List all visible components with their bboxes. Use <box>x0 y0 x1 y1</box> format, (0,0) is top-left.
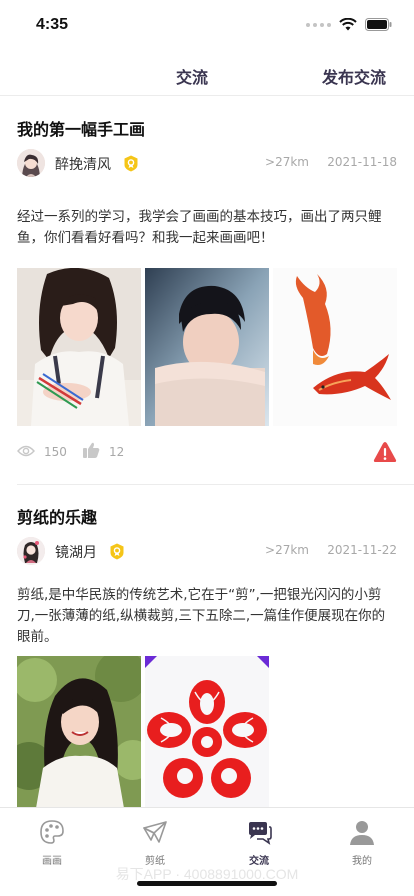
view-count: 150 <box>44 445 67 459</box>
verified-badge-icon <box>124 155 138 172</box>
post-body: 经过一系列的学习，我学会了画画的基本技巧，画出了两只鲤鱼，你们看看好看吗？和我一… <box>17 209 382 246</box>
post-feed[interactable]: 我的第一幅手工画 醉挽清风 >27km 2021-11-18 经过一系列的学习， <box>0 97 414 807</box>
distance-text: >27km <box>265 155 309 169</box>
report-warning-icon[interactable] <box>373 441 397 463</box>
home-indicator[interactable] <box>137 881 277 886</box>
status-time: 4:35 <box>36 16 69 33</box>
post-card[interactable]: 我的第一幅手工画 醉挽清风 >27km 2021-11-18 经过一系列的学习， <box>0 97 414 485</box>
post-image-paper-cut-flower[interactable] <box>145 656 269 807</box>
tab-painting[interactable]: 画画 <box>0 814 104 870</box>
battery-icon <box>365 18 392 31</box>
page-title: 交流 <box>176 68 209 87</box>
author-name[interactable]: 镜湖月 <box>55 542 97 562</box>
status-icons <box>306 18 392 31</box>
post-image-smiling-girl[interactable] <box>17 656 141 807</box>
avatar[interactable] <box>17 537 45 565</box>
status-bar: 4:35 <box>0 0 414 48</box>
post-image-boy[interactable] <box>145 268 269 426</box>
post-date: 2021-11-18 <box>327 155 397 169</box>
post-body: 剪纸,是中华民族的传统艺术,它在于“剪”,一把银光闪闪的小剪刀,一张薄薄的纸,纵… <box>17 587 386 645</box>
like-icon[interactable] <box>83 442 100 458</box>
author-name[interactable]: 醉挽清风 <box>55 154 111 174</box>
post-date: 2021-11-22 <box>327 543 397 557</box>
user-icon <box>350 821 374 845</box>
paper-plane-icon <box>143 821 167 843</box>
author-row: 醉挽清风 >27km 2021-11-18 <box>17 149 397 179</box>
signal-icon <box>306 22 331 27</box>
publish-post-button[interactable]: 发布交流 <box>322 64 386 88</box>
verified-badge-icon <box>110 543 124 560</box>
eye-icon <box>17 445 35 457</box>
like-count: 12 <box>109 445 125 459</box>
avatar[interactable] <box>17 149 45 177</box>
post-image-koi-painting[interactable] <box>273 268 397 426</box>
post-image-girl-drawing[interactable] <box>17 268 141 426</box>
tab-community[interactable]: 交流 <box>207 814 311 870</box>
author-row: 镜湖月 >27km 2021-11-22 <box>17 537 397 567</box>
tab-profile[interactable]: 我的 <box>310 814 414 870</box>
post-title: 剪纸的乐趣 <box>17 508 98 527</box>
wifi-icon <box>339 18 357 31</box>
nav-bar: 交流 发布交流 <box>0 52 414 96</box>
chat-icon <box>249 822 272 845</box>
palette-icon <box>40 820 64 844</box>
post-title: 我的第一幅手工画 <box>17 120 146 139</box>
tab-papercut[interactable]: 剪纸 <box>103 814 207 870</box>
distance-text: >27km <box>265 543 309 557</box>
post-stats: 150 12 <box>17 441 397 465</box>
post-card[interactable]: 剪纸的乐趣 镜湖月 >27km 2021-11-22 剪纸,是中华民族的传统艺术… <box>0 485 414 807</box>
